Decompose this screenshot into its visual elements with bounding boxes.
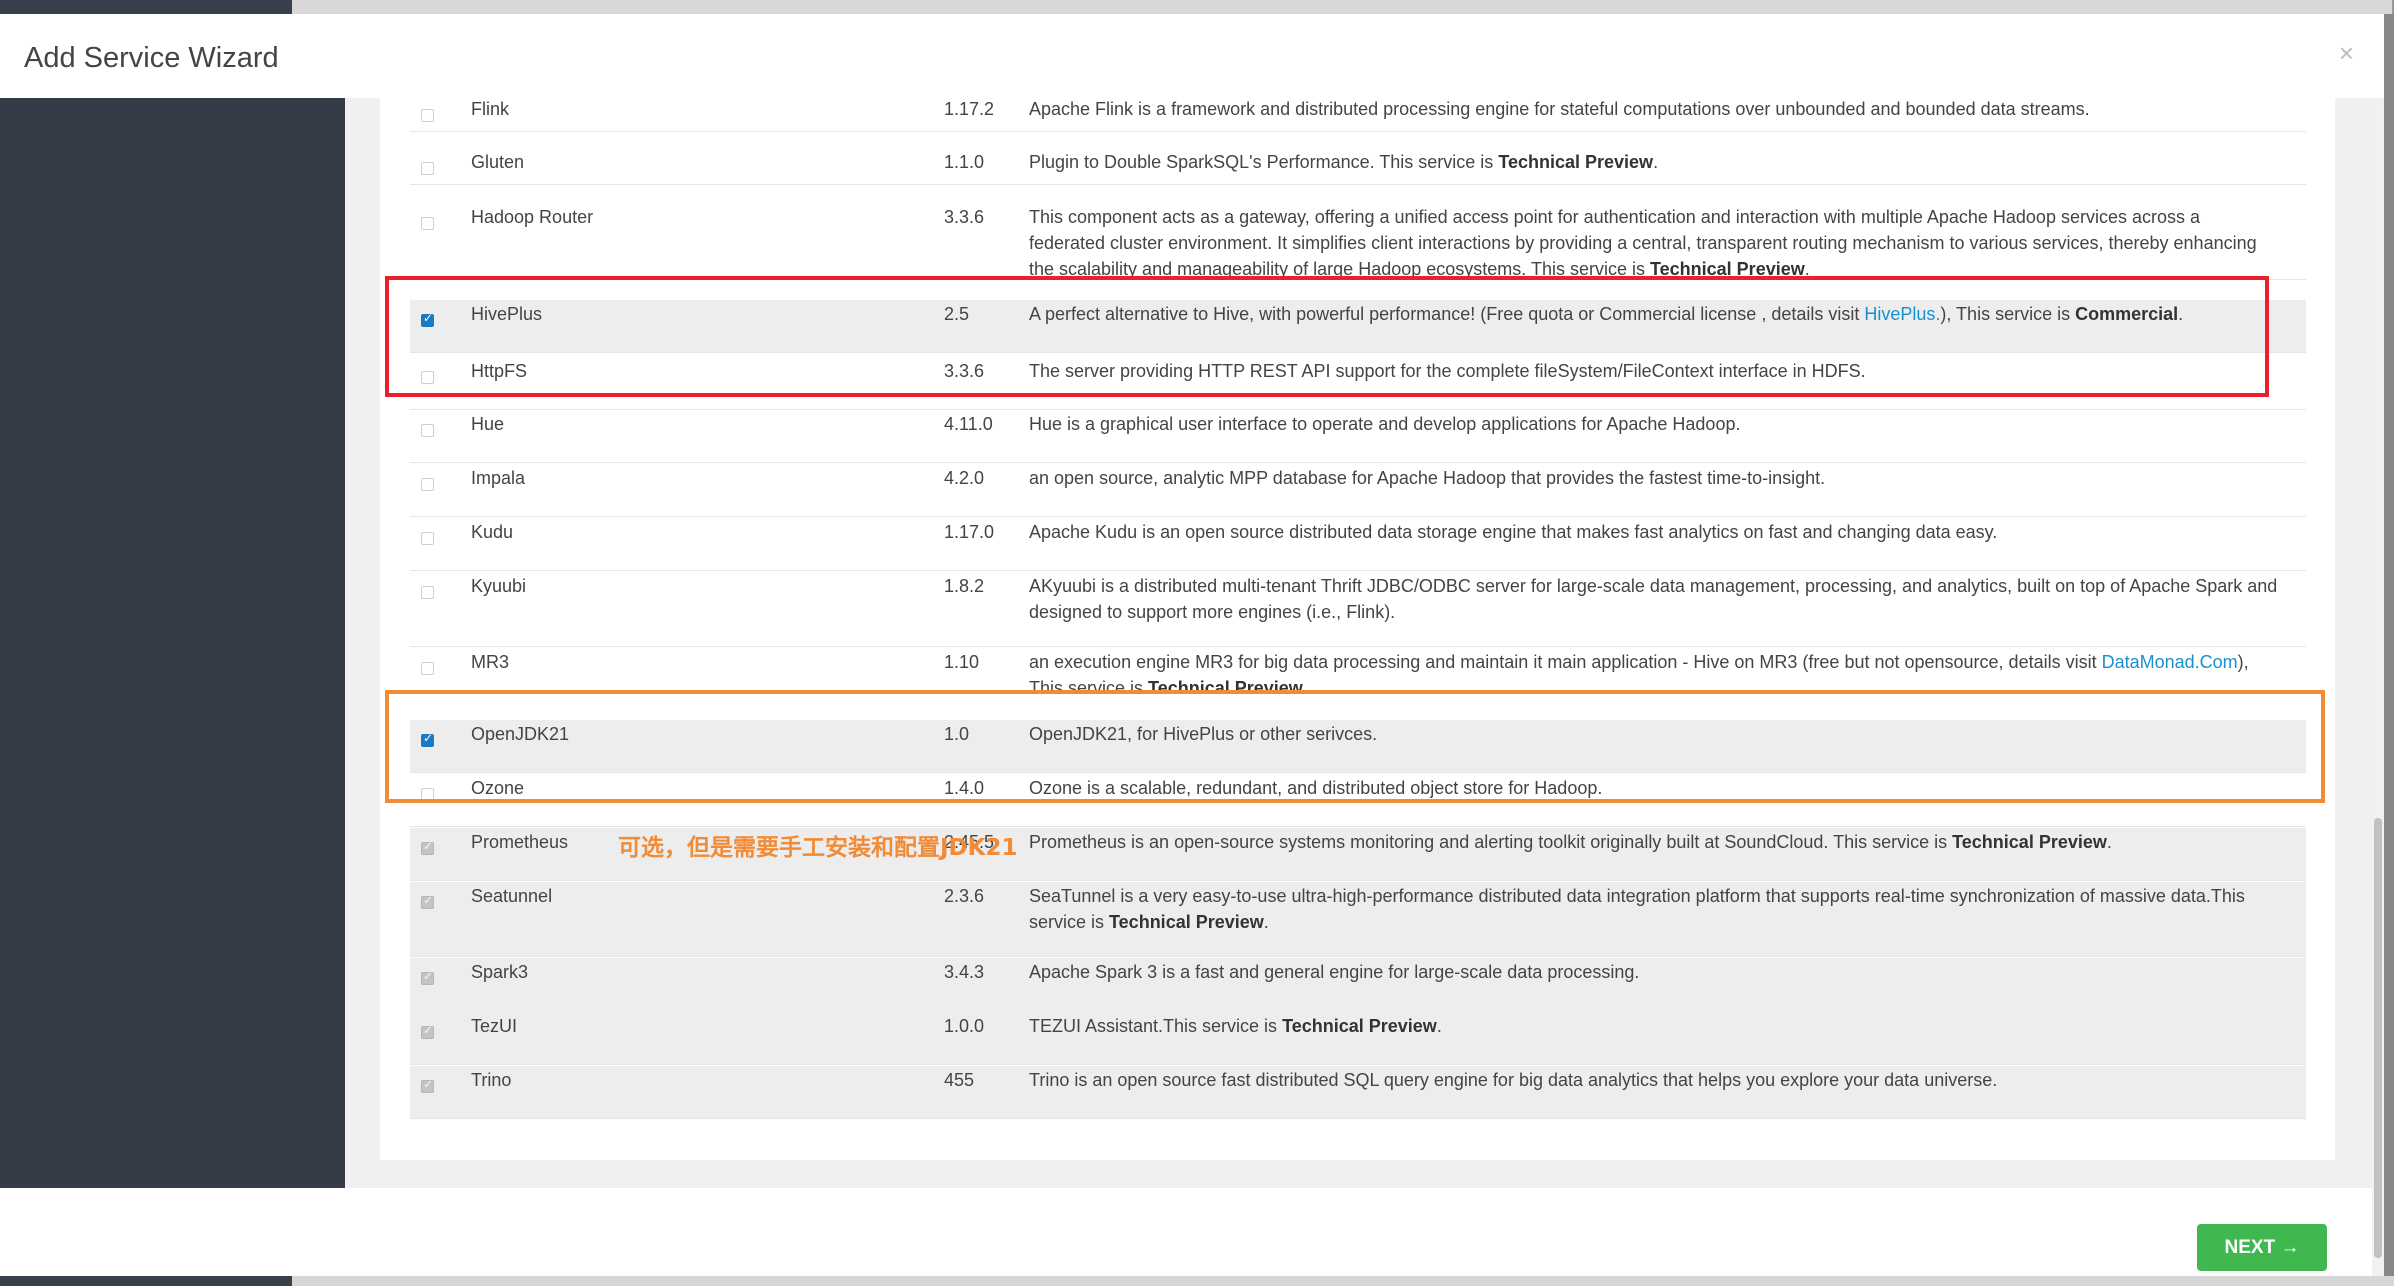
service-description: This component acts as a gateway, offeri… <box>1029 207 2257 279</box>
service-version: 3.3.6 <box>944 361 985 381</box>
service-checkbox[interactable] <box>421 371 434 384</box>
service-description: an open source, analytic MPP database fo… <box>1029 468 1826 488</box>
service-version: 2.5 <box>944 304 970 324</box>
service-version: 1.0 <box>944 724 970 744</box>
service-description: Prometheus is an open-source systems mon… <box>1029 832 2112 852</box>
modal-title: Add Service Wizard <box>24 42 279 74</box>
service-checkbox[interactable] <box>421 586 434 599</box>
service-name: Hadoop Router <box>471 207 594 227</box>
service-checkbox[interactable] <box>421 731 434 747</box>
service-description: an execution engine MR3 for big data pro… <box>1029 652 2249 698</box>
service-row[interactable]: Ozone 1.4.0 Ozone is a scalable, redundant… <box>410 774 2306 827</box>
service-version: 2.3.6 <box>944 886 985 906</box>
service-version: 1.0.0 <box>944 1016 985 1036</box>
service-name: HivePlus <box>471 304 543 324</box>
annotation-text: 可选，但是需要手工安装和配置JDK21 <box>618 835 1018 861</box>
service-link[interactable]: DataMonad.Com <box>2102 652 2238 672</box>
service-version: 1.17.2 <box>944 99 995 119</box>
service-description: AKyuubi is a distributed multi-tenant Th… <box>1029 576 2278 622</box>
service-version: 4.2.0 <box>944 468 985 488</box>
service-name: Impala <box>471 468 526 488</box>
service-version: 1.4.0 <box>944 778 985 798</box>
service-version: 1.8.2 <box>944 576 985 596</box>
service-row[interactable]: Seatunnel 2.3.6 SeaTunnel is a very easy-t… <box>410 882 2306 957</box>
service-row[interactable]: Hadoop Router 3.3.6 This component acts as… <box>410 203 2306 280</box>
scrollbar[interactable] <box>2372 98 2384 1276</box>
next-button[interactable]: NEXT → <box>2197 1224 2327 1271</box>
service-name: TezUI <box>471 1016 518 1036</box>
service-name: Trino <box>471 1070 512 1090</box>
modal-footer <box>0 1188 2372 1276</box>
service-name: OpenJDK21 <box>471 724 570 744</box>
service-row[interactable]: Gluten 1.1.0 Plugin to Double SparkSQL's P… <box>410 148 2306 185</box>
service-name: MR3 <box>471 652 510 672</box>
service-name: Flink <box>471 99 510 119</box>
service-name: HttpFS <box>471 361 528 381</box>
service-checkbox[interactable] <box>421 478 434 491</box>
service-link[interactable]: HivePlus. <box>1864 304 1940 324</box>
service-name: Hue <box>471 414 505 434</box>
service-row[interactable]: TezUI 1.0.0 TEZUI Assistant.This service i… <box>410 1012 2306 1065</box>
service-row[interactable]: MR3 1.10 an execution engine MR3 for big d… <box>410 648 2306 723</box>
service-name: Kudu <box>471 522 514 542</box>
service-version: 1.1.0 <box>944 152 985 172</box>
service-row[interactable]: Trino 455 Trino is an open source fast dis… <box>410 1066 2306 1119</box>
service-version: 3.3.6 <box>944 207 985 227</box>
service-version: 1.17.0 <box>944 522 995 542</box>
service-description: The server providing HTTP REST API suppo… <box>1029 361 1866 381</box>
service-description: Hue is a graphical user interface to ope… <box>1029 414 1741 434</box>
modal-header: Add Service Wizard × <box>0 14 2384 98</box>
service-description: Apache Flink is a framework and distribu… <box>1029 99 2090 119</box>
service-version: 3.4.3 <box>944 962 985 982</box>
service-description: Apache Kudu is an open source distribute… <box>1029 522 1998 542</box>
service-description: TEZUI Assistant.This service is Technica… <box>1029 1016 1442 1036</box>
service-name: Spark3 <box>471 962 529 982</box>
service-version: 1.10 <box>944 652 980 672</box>
service-checkbox <box>421 839 434 855</box>
service-description: Trino is an open source fast distributed… <box>1029 1070 1998 1090</box>
service-row[interactable]: HttpFS 3.3.6 The server providing HTTP RES… <box>410 357 2306 410</box>
service-checkbox[interactable] <box>421 162 434 175</box>
service-row[interactable]: Kyuubi 1.8.2 AKyuubi is a distributed mult… <box>410 572 2306 647</box>
service-checkbox <box>421 1077 434 1093</box>
service-row[interactable]: HivePlus 2.5 A perfect alternative to Hive… <box>410 300 2306 353</box>
service-row[interactable]: OpenJDK21 1.0 OpenJDK21, for HivePlus or o… <box>410 720 2306 773</box>
service-row[interactable]: Kudu 1.17.0 Apache Kudu is an open source … <box>410 518 2306 571</box>
service-row[interactable]: Spark3 3.4.3 Apache Spark 3 is a fast and … <box>410 958 2306 1013</box>
service-checkbox[interactable] <box>421 532 434 545</box>
service-name: Kyuubi <box>471 576 527 596</box>
service-checkbox[interactable] <box>421 788 434 801</box>
background-bottom-strip <box>0 1276 2394 1286</box>
service-checkbox[interactable] <box>421 662 434 675</box>
service-version: 4.11.0 <box>944 414 993 434</box>
service-name: Gluten <box>471 152 525 172</box>
service-version: 455 <box>944 1070 975 1090</box>
service-checkbox <box>421 893 434 909</box>
service-name: Prometheus <box>471 832 569 852</box>
service-description: A perfect alternative to Hive, with powe… <box>1029 304 2184 324</box>
service-row[interactable]: Hue 4.11.0 Hue is a graphical user interfa… <box>410 410 2306 463</box>
service-description: Ozone is a scalable, redundant, and dist… <box>1029 778 1603 798</box>
service-checkbox <box>421 969 434 985</box>
service-row[interactable]: Flink 1.17.2 Apache Flink is a framework a… <box>410 95 2306 132</box>
service-row[interactable]: Impala 4.2.0 an open source, analytic MPP … <box>410 464 2306 517</box>
service-checkbox[interactable] <box>421 424 434 437</box>
background-top-strip <box>0 0 2394 14</box>
service-checkbox <box>421 1023 434 1039</box>
service-name: Ozone <box>471 778 525 798</box>
service-checkbox[interactable] <box>421 311 434 327</box>
service-name: Seatunnel <box>471 886 553 906</box>
service-description: SeaTunnel is a very easy-to-use ultra-hi… <box>1029 886 2245 932</box>
scrollbar-thumb[interactable] <box>2374 818 2382 1258</box>
close-icon[interactable]: × <box>2339 38 2354 69</box>
service-description: Apache Spark 3 is a fast and general eng… <box>1029 962 1640 982</box>
service-description: Plugin to Double SparkSQL's Performance.… <box>1029 152 1659 172</box>
service-checkbox[interactable] <box>421 217 434 230</box>
service-description: OpenJDK21, for HivePlus or other serivce… <box>1029 724 1378 744</box>
wizard-steps-sidebar <box>0 98 345 1188</box>
service-checkbox[interactable] <box>421 109 434 122</box>
